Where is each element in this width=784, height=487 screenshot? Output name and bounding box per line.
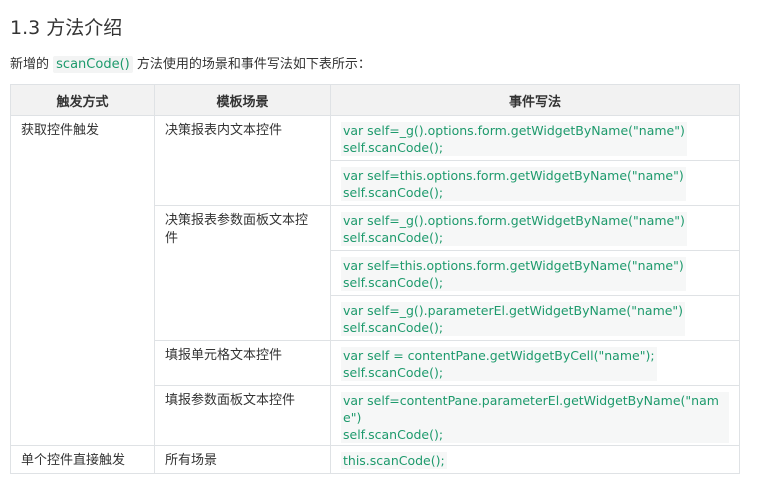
code-snippet: var self = contentPane.getWidgetByCell("… — [341, 347, 657, 381]
code-line: self.scanCode(); — [343, 365, 444, 380]
code-snippet: var self=contentPane.parameterEl.getWidg… — [341, 392, 729, 443]
code-line: var self=_g().parameterEl.getWidgetByNam… — [343, 303, 684, 318]
trigger-cell: 单个控件直接触发 — [10, 445, 155, 474]
table-row: 获取控件触发 决策报表内文本控件 var self=_g().options.for… — [10, 115, 740, 446]
header-trigger: 触发方式 — [10, 84, 155, 116]
header-code: 事件写法 — [330, 84, 740, 116]
code-snippet: var self=_g().parameterEl.getWidgetByNam… — [341, 302, 686, 336]
intro-suffix: 方法使用的场景和事件写法如下表所示： — [136, 57, 371, 72]
scene-cell: 决策报表内文本控件 — [154, 115, 331, 206]
method-table: 触发方式 模板场景 事件写法 获取控件触发 决策报表内文本控件 var self=_… — [10, 84, 740, 474]
code-line: self.scanCode(); — [343, 275, 444, 290]
scene-cell: 所有场景 — [154, 445, 331, 474]
table-row: 单个控件直接触发 所有场景 this.scanCode(); — [10, 445, 740, 474]
code-cell: var self=_g().options.form.getWidgetByNa… — [330, 115, 740, 161]
intro-paragraph: 新增的 scanCode() 方法使用的场景和事件写法如下表所示： — [10, 53, 371, 73]
code-cell: var self=_g().options.form.getWidgetByNa… — [330, 205, 740, 251]
scene-cell: 决策报表参数面板文本控件 — [154, 205, 331, 341]
code-snippet: var self=_g().options.form.getWidgetByNa… — [341, 212, 687, 246]
code-line: var self = contentPane.getWidgetByCell("… — [343, 348, 655, 363]
code-line: this.scanCode(); — [343, 453, 445, 468]
code-line: var self=this.options.form.getWidgetByNa… — [343, 168, 684, 183]
header-scene: 模板场景 — [154, 84, 331, 116]
code-snippet: var self=_g().options.form.getWidgetByNa… — [341, 122, 687, 156]
code-line: self.scanCode(); — [343, 320, 444, 335]
code-snippet: var self=this.options.form.getWidgetByNa… — [341, 167, 686, 201]
code-cell: var self=this.options.form.getWidgetByNa… — [330, 160, 740, 206]
intro-prefix: 新增的 — [10, 57, 50, 72]
code-snippet: var self=this.options.form.getWidgetByNa… — [341, 257, 686, 291]
code-snippet: this.scanCode(); — [341, 452, 447, 469]
intro-inline-code: scanCode() — [53, 56, 133, 73]
code-cell: var self=contentPane.parameterEl.getWidg… — [330, 385, 740, 446]
code-line: var self=contentPane.parameterEl.getWidg… — [343, 393, 719, 425]
section-title: 1.3 方法介绍 — [10, 17, 123, 39]
code-line: self.scanCode(); — [343, 230, 444, 245]
code-line: self.scanCode(); — [343, 427, 444, 442]
code-line: var self=_g().options.form.getWidgetByNa… — [343, 123, 685, 138]
table-body: 获取控件触发 决策报表内文本控件 var self=_g().options.for… — [10, 115, 740, 474]
table-header-row: 触发方式 模板场景 事件写法 — [10, 84, 740, 116]
code-cell: var self=this.options.form.getWidgetByNa… — [330, 250, 740, 296]
code-cell: this.scanCode(); — [330, 445, 740, 474]
code-line: self.scanCode(); — [343, 140, 444, 155]
code-line: var self=this.options.form.getWidgetByNa… — [343, 258, 684, 273]
trigger-cell: 获取控件触发 — [10, 115, 155, 446]
scene-cell: 填报单元格文本控件 — [154, 340, 331, 386]
code-cell: var self = contentPane.getWidgetByCell("… — [330, 340, 740, 386]
scene-cell: 填报参数面板文本控件 — [154, 385, 331, 446]
code-line: self.scanCode(); — [343, 185, 444, 200]
code-cell: var self=_g().parameterEl.getWidgetByNam… — [330, 295, 740, 341]
code-line: var self=_g().options.form.getWidgetByNa… — [343, 213, 685, 228]
